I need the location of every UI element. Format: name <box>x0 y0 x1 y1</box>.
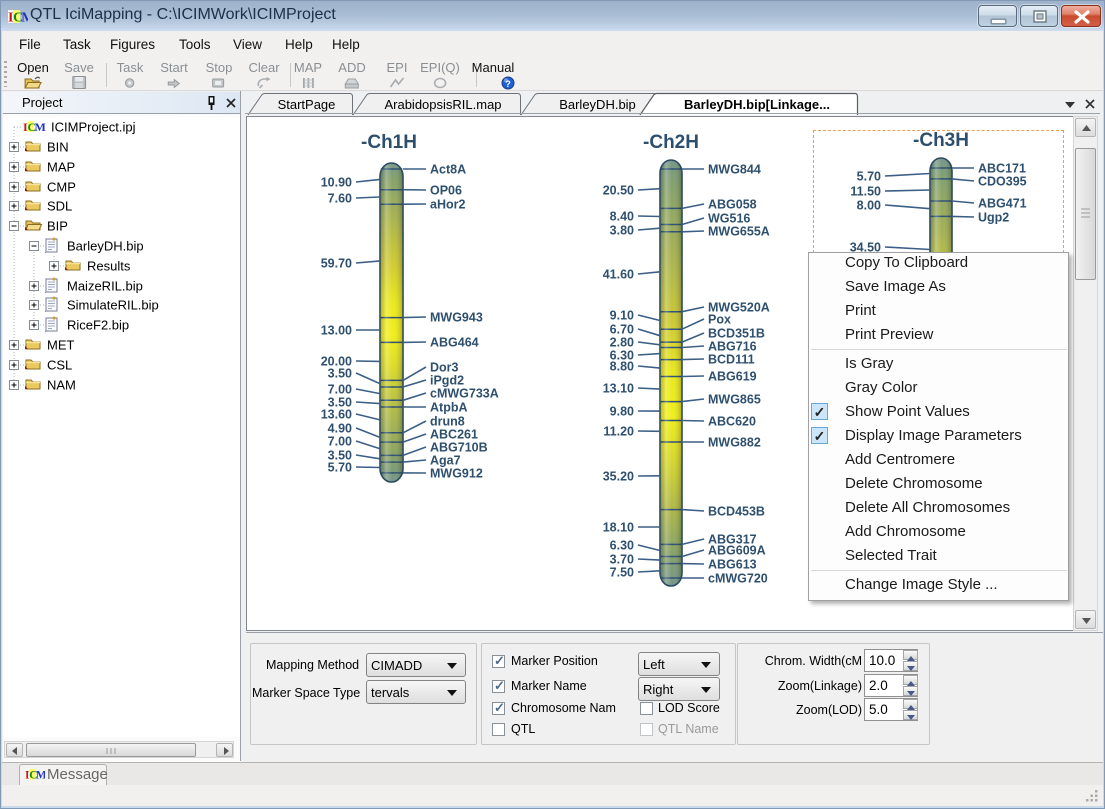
svg-text:10.90: 10.90 <box>321 176 352 190</box>
svg-text:ABG619: ABG619 <box>708 370 757 384</box>
svg-text:13.60: 13.60 <box>321 408 352 422</box>
svg-text:MWG912: MWG912 <box>430 467 483 481</box>
svg-text:ABG710B: ABG710B <box>430 441 488 455</box>
svg-text:M: M <box>21 10 28 24</box>
svg-text:7.50: 7.50 <box>610 566 634 580</box>
svg-text:9.10: 9.10 <box>610 309 634 323</box>
svg-text:BarleyDH.bip: BarleyDH.bip <box>559 97 636 112</box>
svg-text:41.60: 41.60 <box>603 268 634 282</box>
svg-text:Aga7: Aga7 <box>430 454 461 468</box>
svg-text:35.20: 35.20 <box>603 470 634 484</box>
svg-text:ABG613: ABG613 <box>708 558 757 572</box>
svg-text:4.90: 4.90 <box>328 422 352 436</box>
svg-text:ABG609A: ABG609A <box>708 544 766 558</box>
svg-text:3.70: 3.70 <box>610 553 634 567</box>
svg-text:CSL: CSL <box>47 358 72 373</box>
svg-text:?: ? <box>505 79 511 89</box>
svg-text:StartPage: StartPage <box>278 97 336 112</box>
svg-text:M: M <box>35 120 46 134</box>
svg-text:RiceF2.bip: RiceF2.bip <box>67 318 129 333</box>
svg-text:5.70: 5.70 <box>328 461 352 475</box>
svg-text:Pox: Pox <box>708 313 731 327</box>
svg-text:OP06: OP06 <box>430 184 462 198</box>
svg-text:Results: Results <box>87 259 131 274</box>
svg-text:3.80: 3.80 <box>610 224 634 238</box>
svg-text:WG516: WG516 <box>708 212 750 226</box>
svg-text:-Ch2H: -Ch2H <box>643 132 699 153</box>
svg-text:BIN: BIN <box>47 140 69 155</box>
svg-text:6.70: 6.70 <box>610 323 634 337</box>
svg-text:BCD453B: BCD453B <box>708 505 765 519</box>
svg-text:Act8A: Act8A <box>430 163 466 177</box>
svg-text:13.00: 13.00 <box>321 324 352 338</box>
svg-text:SDL: SDL <box>47 199 72 214</box>
svg-text:BIP: BIP <box>47 219 68 234</box>
svg-text:MaizeRIL.bip: MaizeRIL.bip <box>67 279 143 294</box>
svg-text:MWG882: MWG882 <box>708 436 761 450</box>
svg-text:ABG058: ABG058 <box>708 198 757 212</box>
svg-text:2.80: 2.80 <box>610 336 634 350</box>
svg-text:20.50: 20.50 <box>603 184 634 198</box>
svg-text:7.60: 7.60 <box>328 192 352 206</box>
svg-text:ABG716: ABG716 <box>708 340 757 354</box>
svg-text:M: M <box>36 769 45 781</box>
svg-text:cMWG733A: cMWG733A <box>430 387 499 401</box>
svg-text:6.30: 6.30 <box>610 539 634 553</box>
svg-text:3.50: 3.50 <box>328 367 352 381</box>
svg-text:BarleyDH.bip: BarleyDH.bip <box>67 239 144 254</box>
svg-text:9.80: 9.80 <box>610 405 634 419</box>
svg-text:7.00: 7.00 <box>328 383 352 397</box>
svg-text:7.00: 7.00 <box>328 435 352 449</box>
svg-text:drun8: drun8 <box>430 415 465 429</box>
svg-text:CMP: CMP <box>47 180 76 195</box>
svg-text:MWG655A: MWG655A <box>708 225 770 239</box>
svg-text:aHor2: aHor2 <box>430 198 465 212</box>
svg-text:ICIMProject.ipj: ICIMProject.ipj <box>51 120 136 135</box>
svg-text:MAP: MAP <box>47 160 75 175</box>
svg-text:Dor3: Dor3 <box>430 361 459 375</box>
svg-text:AtpbA: AtpbA <box>430 401 468 415</box>
svg-text:cMWG720: cMWG720 <box>708 572 768 586</box>
svg-text:8.80: 8.80 <box>610 360 634 374</box>
svg-text:iPgd2: iPgd2 <box>430 374 464 388</box>
svg-text:ABC261: ABC261 <box>430 428 478 442</box>
svg-text:MWG865: MWG865 <box>708 393 761 407</box>
svg-text:BCD111: BCD111 <box>708 353 755 367</box>
svg-text:13.10: 13.10 <box>603 382 634 396</box>
svg-text:8.40: 8.40 <box>610 210 634 224</box>
svg-text:SimulateRIL.bip: SimulateRIL.bip <box>67 298 159 313</box>
svg-text:ArabidopsisRIL.map: ArabidopsisRIL.map <box>384 97 501 112</box>
svg-text:MWG844: MWG844 <box>708 163 761 177</box>
svg-text:MWG943: MWG943 <box>430 311 483 325</box>
svg-text:BCD351B: BCD351B <box>708 327 765 341</box>
svg-text:11.20: 11.20 <box>603 425 634 439</box>
svg-text:59.70: 59.70 <box>321 257 352 271</box>
svg-text:MET: MET <box>47 338 75 353</box>
svg-text:ABG464: ABG464 <box>430 336 479 350</box>
svg-text:-Ch1H: -Ch1H <box>361 132 417 153</box>
svg-text:NAM: NAM <box>47 378 76 393</box>
svg-text:18.10: 18.10 <box>603 521 634 535</box>
svg-text:BarleyDH.bip[Linkage...: BarleyDH.bip[Linkage... <box>684 97 830 112</box>
svg-text:ABC620: ABC620 <box>708 415 756 429</box>
